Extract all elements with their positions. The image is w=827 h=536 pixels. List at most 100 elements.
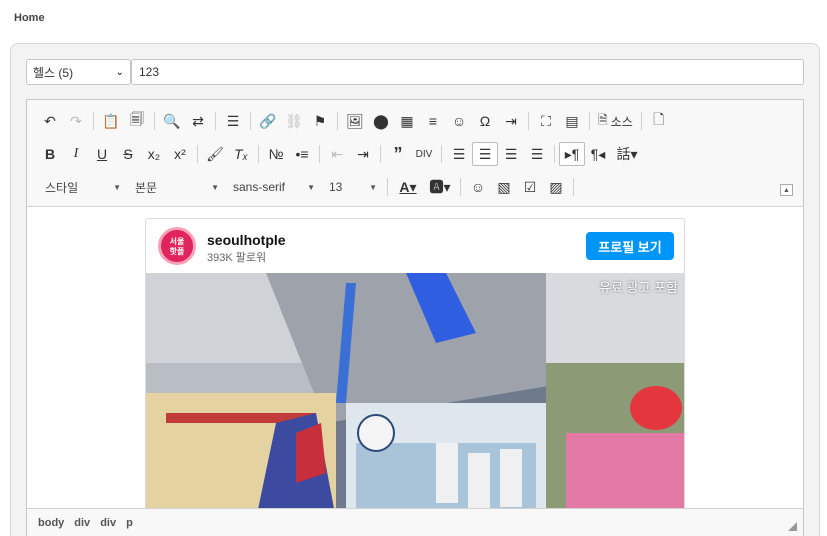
paste-text-icon[interactable]: 📋 [98, 109, 124, 133]
bulleted-list-icon[interactable]: •≡ [289, 142, 315, 166]
category-select[interactable]: 헬스 (5) ⌄ [26, 59, 131, 85]
view-profile-button[interactable]: 프로필 보기 [586, 232, 674, 260]
chevron-down-icon: ▼ [211, 182, 219, 192]
element-path-bar: body div div p [27, 508, 803, 536]
path-item[interactable]: div [74, 517, 90, 529]
show-blocks-icon[interactable]: ▤ [559, 109, 585, 133]
toolbar-separator [441, 145, 442, 163]
toolbar-separator [640, 112, 642, 130]
div-container-icon[interactable]: DIV [411, 142, 437, 166]
toolbar-separator [250, 112, 251, 130]
special-char-icon[interactable]: Ω [472, 109, 498, 133]
underline-icon[interactable]: U [89, 142, 115, 166]
unlink-icon[interactable]: ⛓ [281, 109, 307, 133]
undo-icon[interactable]: ↶ [37, 109, 63, 133]
toolbar-separator [337, 112, 338, 130]
bold-icon[interactable]: B [37, 142, 63, 166]
resize-handle-icon[interactable] [788, 522, 797, 531]
redo-icon[interactable]: ↷ [63, 109, 89, 133]
embed-photo[interactable]: 유료 광고 포함 [146, 273, 684, 508]
avatar-logo: 서울 핫플 [170, 236, 185, 256]
svg-text:서울: 서울 [170, 236, 185, 246]
font-dropdown[interactable]: sans-serif ▼ [225, 175, 321, 199]
path-item[interactable]: body [38, 517, 64, 529]
table-icon[interactable]: ▦ [394, 109, 420, 133]
title-input[interactable]: 123 [131, 59, 804, 85]
text-direction-ltr-icon[interactable]: ▸¶ [559, 142, 585, 166]
strikethrough-icon[interactable]: S [115, 142, 141, 166]
toolbar-separator [154, 112, 155, 130]
align-center-icon[interactable]: ☰ [472, 142, 498, 166]
toolbar-separator [197, 145, 198, 163]
toolbar-separator [387, 178, 388, 196]
align-right-icon[interactable]: ☰ [498, 142, 524, 166]
flash-icon[interactable]: ⬤ [368, 109, 394, 133]
link-icon[interactable]: 🔗 [255, 109, 281, 133]
toolbar-separator [319, 145, 320, 163]
toolbar-separator [93, 112, 94, 130]
smiley-icon[interactable]: ☺ [446, 109, 472, 133]
replace-icon[interactable]: ⇄ [185, 109, 211, 133]
paste-word-icon[interactable]: 🗐 [124, 109, 150, 133]
text-direction-rtl-icon[interactable]: ¶◂ [585, 142, 611, 166]
instagram-embed: 서울 핫플 seoulhotple 393K 팔로워 프로필 보기 유료 광고 … [145, 218, 685, 508]
blockquote-icon[interactable]: ” [385, 142, 411, 166]
remove-format-icon[interactable]: Tₓ [228, 142, 254, 166]
horizontal-rule-icon[interactable]: ≡ [420, 109, 446, 133]
source-icon: 🗎 [598, 112, 608, 127]
size-dropdown[interactable]: 13 ▼ [321, 175, 383, 199]
embed-followers: 393K 팔로워 [207, 252, 267, 264]
toolbar-separator [215, 112, 216, 130]
italic-icon[interactable]: I [63, 142, 89, 166]
style-dropdown[interactable]: 스타일 ▼ [37, 175, 127, 199]
chevron-down-icon: ▼ [113, 182, 121, 192]
align-left-icon[interactable]: ☰ [446, 142, 472, 166]
editor-toolbar: ↶ ↷ 📋 🗐 🔍 ⇄ ☰ 🔗 ⛓ ⚑ 🖼 ⬤ ▦ ≡ ☺ Ω ⇥ ⛶ ▤ 🗎 … [27, 100, 803, 207]
outdent-icon[interactable]: ⇤ [324, 142, 350, 166]
image-map-icon[interactable]: ▧ [491, 175, 517, 199]
find-icon[interactable]: 🔍 [159, 109, 185, 133]
style-dropdown-label: 스타일 [45, 180, 79, 195]
font-dropdown-label: sans-serif [233, 180, 286, 194]
numbered-list-icon[interactable]: № [263, 142, 289, 166]
path-item[interactable]: p [126, 517, 133, 529]
gundam-store-photo [146, 273, 684, 508]
source-button[interactable]: 🗎 소스 [594, 109, 637, 133]
collapse-toolbar-icon[interactable]: ▲ [780, 184, 793, 196]
svg-text:핫플: 핫플 [170, 246, 185, 256]
image-edit-icon[interactable]: ▨ [543, 175, 569, 199]
source-label: 소스 [610, 114, 633, 129]
subscript-icon[interactable]: x₂ [141, 142, 167, 166]
avatar[interactable]: 서울 핫플 [158, 227, 196, 265]
page-break-icon[interactable]: ⇥ [498, 109, 524, 133]
maximize-icon[interactable]: ⛶ [533, 109, 559, 133]
text-color-icon[interactable]: A▾ [392, 175, 424, 199]
format-dropdown-label: 본문 [135, 180, 158, 195]
templates-icon[interactable]: ☰ [220, 109, 246, 133]
language-icon[interactable]: 話▾ [611, 142, 643, 166]
toolbar-separator [573, 178, 574, 196]
category-select-value: 헬스 (5) [33, 65, 74, 80]
chevron-down-icon: ⌄ [115, 66, 124, 78]
editor-content[interactable]: 서울 핫플 seoulhotple 393K 팔로워 프로필 보기 유료 광고 … [27, 208, 803, 508]
toolbar-row-2: B I U S x₂ x² 🖌 Tₓ № •≡ ⇤ ⇥ ” DIV ☰ ☰ ☰ … [37, 142, 643, 166]
toolbar-separator [528, 112, 529, 130]
toolbar-row-1: ↶ ↷ 📋 🗐 🔍 ⇄ ☰ 🔗 ⛓ ⚑ 🖼 ⬤ ▦ ≡ ☺ Ω ⇥ ⛶ ▤ 🗎 … [37, 109, 672, 133]
title-input-value: 123 [139, 65, 160, 79]
embed-header: 서울 핫플 seoulhotple 393K 팔로워 프로필 보기 [146, 219, 684, 273]
emoji-icon[interactable]: ☺ [465, 175, 491, 199]
new-page-icon[interactable]: 🗋 [646, 109, 672, 133]
paid-ad-label: 유료 광고 포함 [599, 280, 678, 295]
toolbar-separator [460, 178, 461, 196]
copy-format-icon[interactable]: 🖌 [202, 142, 228, 166]
justify-icon[interactable]: ☰ [524, 142, 550, 166]
anchor-icon[interactable]: ⚑ [307, 109, 333, 133]
indent-icon[interactable]: ⇥ [350, 142, 376, 166]
background-color-icon[interactable]: 🅰▾ [424, 175, 456, 199]
image-icon[interactable]: 🖼 [342, 109, 368, 133]
embed-username[interactable]: seoulhotple [207, 232, 286, 248]
path-item[interactable]: div [100, 517, 116, 529]
format-dropdown[interactable]: 본문 ▼ [127, 175, 225, 199]
superscript-icon[interactable]: x² [167, 142, 193, 166]
checkbox-icon[interactable]: ☑ [517, 175, 543, 199]
